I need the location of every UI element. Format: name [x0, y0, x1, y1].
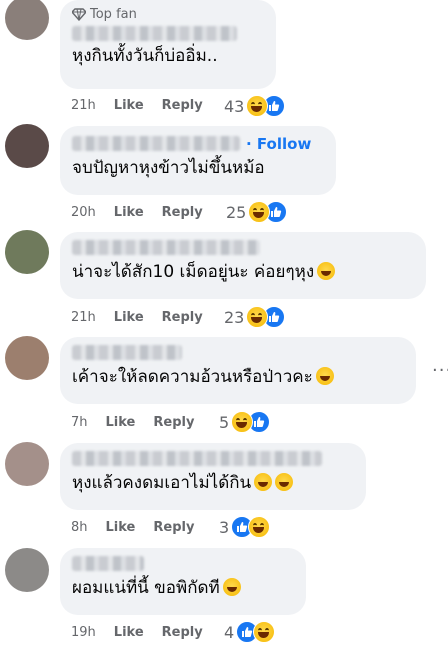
reaction-summary[interactable]: 4 — [224, 620, 276, 644]
commenter-name[interactable] — [72, 136, 240, 151]
grin-emoji-icon — [275, 472, 294, 491]
reaction-summary[interactable]: 3 — [219, 515, 271, 539]
avatar[interactable] — [5, 548, 49, 592]
commenter-name[interactable] — [72, 239, 260, 255]
like-button[interactable]: Like — [106, 520, 136, 535]
comment-bubble: หุงแล้วคงดมเอาไม่ได้กิน — [60, 443, 366, 510]
timestamp[interactable]: 8h — [71, 520, 88, 535]
avatar[interactable] — [5, 230, 49, 274]
comment-text-content: ผอมแน่ที่นี้ ขอพิกัดที — [72, 577, 220, 598]
haha-reaction-icon — [246, 95, 269, 117]
commenter-name[interactable] — [72, 555, 144, 571]
comment-actions: 19h Like Reply — [71, 622, 203, 642]
timestamp[interactable]: 19h — [71, 625, 96, 640]
haha-reaction-icon — [253, 621, 276, 643]
timestamp[interactable]: 21h — [71, 310, 96, 325]
timestamp[interactable]: 21h — [71, 98, 96, 113]
rofl-emoji-icon — [315, 366, 334, 385]
comment-text: เค้าจะให้ลดความอ้วนหรือป่าวคะ — [72, 365, 404, 389]
comment-text: น่าจะได้สัก10 เม็ดอยู่นะ ค่อยๆหุง — [72, 260, 414, 284]
reaction-summary[interactable]: 25 — [226, 200, 288, 224]
reaction-count: 43 — [224, 96, 245, 116]
comment-bubble: ผอมแน่ที่นี้ ขอพิกัดที — [60, 548, 306, 615]
diamond-icon — [72, 8, 86, 21]
reaction-count: 5 — [219, 412, 230, 432]
top-fan-badge: Top fan — [72, 5, 264, 23]
timestamp[interactable]: 20h — [71, 205, 96, 220]
reply-button[interactable]: Reply — [162, 625, 203, 640]
haha-reaction-icon — [248, 516, 271, 538]
badge-label: Top fan — [90, 6, 137, 22]
grinning-sweat-emoji-icon — [317, 261, 336, 280]
comment-bubble: Top fan หุงกินทั้งวันก็บ่ออิ่ม.. — [60, 0, 276, 89]
more-options-icon[interactable]: ··· — [432, 360, 448, 381]
reply-button[interactable]: Reply — [153, 520, 194, 535]
reaction-count: 23 — [224, 307, 245, 327]
grin-emoji-icon — [254, 472, 273, 491]
like-button[interactable]: Like — [114, 205, 144, 220]
like-button[interactable]: Like — [106, 415, 136, 430]
comment-text-content: น่าจะได้สัก10 เม็ดอยู่นะ ค่อยๆหุง — [72, 261, 315, 282]
reaction-summary[interactable]: 23 — [224, 305, 286, 329]
comment-actions: 21h Like Reply — [71, 307, 203, 327]
joy-emoji-icon — [222, 577, 241, 596]
comment-actions: 8h Like Reply — [71, 517, 194, 537]
like-button[interactable]: Like — [114, 310, 144, 325]
reply-button[interactable]: Reply — [153, 415, 194, 430]
avatar[interactable] — [5, 442, 49, 486]
reaction-count: 3 — [219, 517, 230, 537]
reply-button[interactable]: Reply — [162, 310, 203, 325]
comment-bubble: น่าจะได้สัก10 เม็ดอยู่นะ ค่อยๆหุง — [60, 232, 426, 299]
comment-text-content: หุงแล้วคงดมเอาไม่ได้กิน — [72, 472, 252, 493]
comment-actions: 21h Like Reply — [71, 95, 203, 115]
reaction-summary[interactable]: 5 — [219, 410, 271, 434]
reaction-count: 25 — [226, 202, 247, 222]
like-button[interactable]: Like — [114, 98, 144, 113]
commenter-name[interactable] — [72, 344, 182, 360]
comment-text: จบปัญหาหุงข้าวไม่ขึ้นหม้อ — [72, 157, 265, 178]
comment-text: หุงกินทั้งวันก็บ่ออิ่ม.. — [72, 46, 218, 66]
haha-reaction-icon — [248, 201, 271, 223]
avatar[interactable] — [5, 0, 49, 40]
haha-reaction-icon — [246, 306, 269, 328]
timestamp[interactable]: 7h — [71, 415, 88, 430]
comment-actions: 7h Like Reply — [71, 412, 194, 432]
reply-button[interactable]: Reply — [162, 98, 203, 113]
reaction-count: 4 — [224, 622, 235, 642]
comment-actions: 20h Like Reply — [71, 202, 203, 222]
avatar[interactable] — [5, 124, 49, 168]
comment-text: หุงแล้วคงดมเอาไม่ได้กิน — [72, 471, 354, 495]
commenter-name[interactable] — [72, 26, 237, 41]
reply-button[interactable]: Reply — [162, 205, 203, 220]
comment-text: ผอมแน่ที่นี้ ขอพิกัดที — [72, 576, 294, 600]
reaction-summary[interactable]: 43 — [224, 94, 286, 118]
commenter-name[interactable] — [72, 450, 322, 466]
avatar[interactable] — [5, 336, 49, 380]
follow-button[interactable]: · Follow — [246, 135, 311, 153]
like-button[interactable]: Like — [114, 625, 144, 640]
comment-bubble: เค้าจะให้ลดความอ้วนหรือป่าวคะ — [60, 337, 416, 404]
haha-reaction-icon — [231, 411, 254, 433]
comment-text-content: เค้าจะให้ลดความอ้วนหรือป่าวคะ — [72, 366, 313, 387]
comment-bubble: · Follow จบปัญหาหุงข้าวไม่ขึ้นหม้อ — [60, 126, 336, 195]
